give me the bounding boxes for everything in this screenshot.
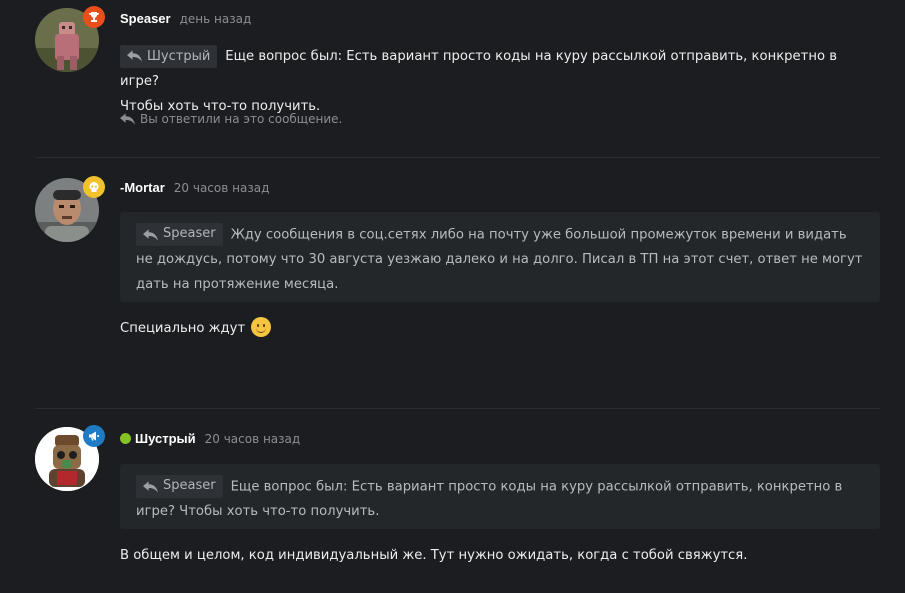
avatar-mortar[interactable]: [35, 176, 105, 242]
quote-author: Шустрый: [147, 48, 211, 64]
online-status-dot: [120, 433, 131, 444]
quote-block: Speaser Еще вопрос был: Есть вариант про…: [120, 464, 880, 529]
quote-text: Жду сообщения в соц.сетях либо на почту …: [136, 227, 863, 292]
timestamp[interactable]: 20 часов назад: [174, 181, 270, 195]
replied-note-text: Вы ответили на это сообщение.: [140, 112, 343, 126]
timestamp[interactable]: 20 часов назад: [205, 432, 301, 446]
megaphone-icon: [83, 425, 105, 447]
comment-body: Специально ждут: [120, 316, 880, 341]
comment-text: Еще вопрос был: Есть вариант просто коды…: [120, 49, 837, 89]
comment-text: В общем и целом, код индивидуальный же. …: [120, 548, 748, 563]
comment: -Mortar 20 часов назад Speaser Жду сообщ…: [0, 158, 905, 408]
comment-body: В общем и целом, код индивидуальный же. …: [120, 543, 880, 568]
quote-author: Speaser: [163, 226, 216, 242]
comment-body: Шустрый Еще вопрос был: Есть вариант про…: [120, 44, 880, 119]
quote-author-chip[interactable]: Speaser: [136, 475, 223, 498]
trophy-icon: [83, 6, 105, 28]
skull-icon: [83, 176, 105, 198]
comment-meta: Шустрый 20 часов назад: [120, 431, 300, 446]
comment-text: Специально ждут: [120, 321, 246, 336]
reply-icon: [127, 50, 142, 62]
reply-icon: [143, 228, 158, 241]
comment: Speaser день назад Шустрый Еще вопрос бы…: [0, 0, 905, 158]
replied-note: Вы ответили на это сообщение.: [120, 112, 342, 126]
quote-author: Speaser: [163, 478, 216, 494]
reply-icon: [143, 480, 158, 493]
avatar-speaser[interactable]: [35, 6, 105, 72]
author-name[interactable]: -Mortar: [120, 180, 165, 195]
quote-block: Speaser Жду сообщения в соц.сетях либо н…: [120, 212, 880, 302]
author-name[interactable]: Speaser: [120, 11, 171, 26]
avatar-shustry[interactable]: [35, 425, 105, 491]
author-name[interactable]: Шустрый: [135, 431, 196, 446]
comment-meta: -Mortar 20 часов назад: [120, 180, 269, 195]
comment-meta: Speaser день назад: [120, 11, 251, 26]
quote-author-chip[interactable]: Speaser: [136, 223, 223, 246]
comment: Шустрый 20 часов назад Speaser Еще вопро…: [0, 409, 905, 593]
quote-author-chip[interactable]: Шустрый: [120, 44, 218, 68]
slightly-smiling-face-icon: [251, 317, 272, 337]
quote-text: Еще вопрос был: Есть вариант просто коды…: [136, 479, 843, 520]
timestamp[interactable]: день назад: [180, 12, 252, 26]
reply-icon: [120, 113, 135, 125]
